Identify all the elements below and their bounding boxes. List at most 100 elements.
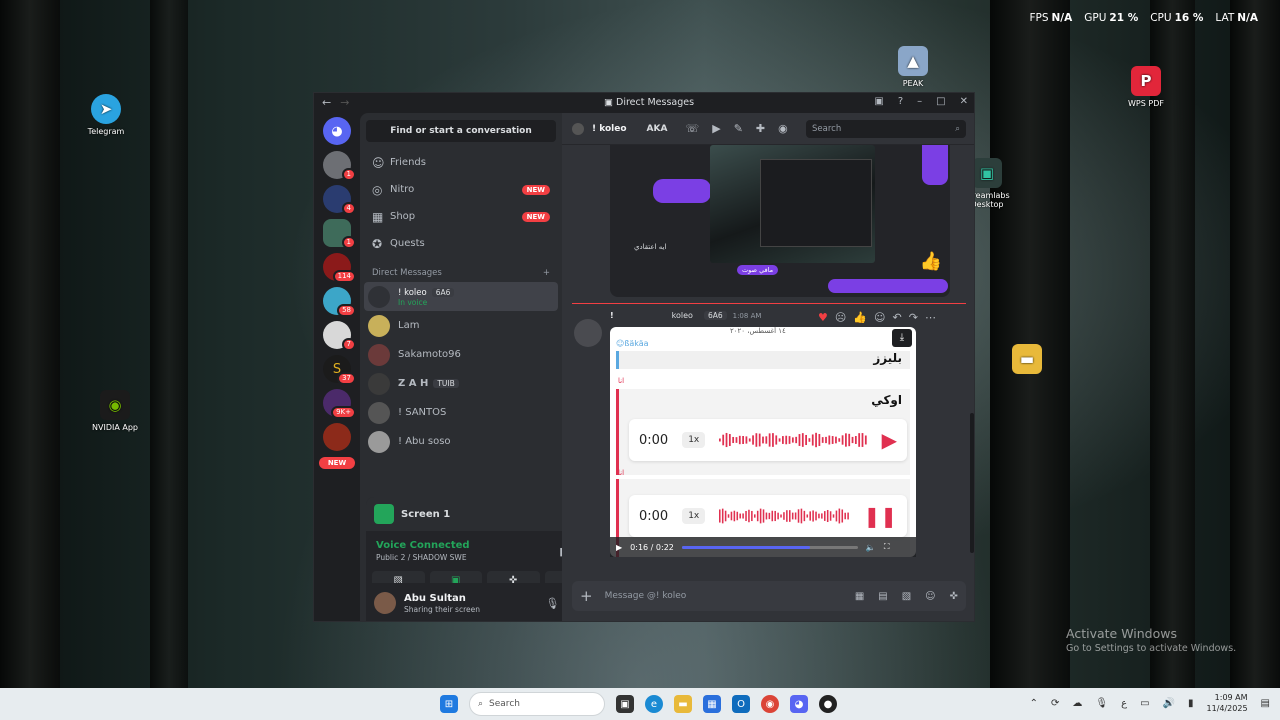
guild-icon[interactable]: 1	[323, 219, 356, 249]
volume-icon[interactable]: 🔈	[866, 543, 876, 552]
previous-attachment[interactable]: ايه اعتقادي مافي صوت 👍	[610, 145, 950, 297]
guild-icon[interactable]: 1	[323, 151, 356, 181]
desktop-icon-peak[interactable]: ▲ PEAK	[878, 46, 948, 88]
play-icon[interactable]: ▶	[882, 428, 897, 452]
fullscreen-icon[interactable]: ⛶	[884, 542, 890, 552]
notification-icon[interactable]: ▤	[1261, 698, 1270, 709]
profile-icon[interactable]: ◉	[778, 122, 788, 135]
audio-player: 0:00 1x ▶	[629, 419, 907, 461]
dm-item[interactable]: Sakamoto96	[360, 340, 562, 369]
outlook-icon[interactable]: O	[732, 695, 750, 713]
volume-icon[interactable]: 🔊	[1163, 698, 1175, 709]
server-list: ◕ 1 4 1 114 58 7 S 37 9K+ NEW	[314, 113, 360, 621]
nav-quests[interactable]: ✪ Quests	[360, 230, 562, 257]
waveform-bar	[844, 512, 847, 520]
file-explorer-icon[interactable]: ▬	[674, 695, 692, 713]
battery-icon[interactable]: ▮	[1188, 698, 1194, 709]
waveform-bar	[765, 436, 768, 444]
sync-icon[interactable]: ⟳	[1051, 698, 1059, 709]
windows-start-icon[interactable]: ⊞	[440, 695, 458, 713]
add-attachment-icon[interactable]: +	[580, 587, 593, 605]
desktop-icon-telegram[interactable]: ➤ Telegram	[71, 94, 141, 136]
guild-icon[interactable]: 4	[323, 185, 356, 215]
guild-icon[interactable]: S 37	[323, 355, 356, 385]
sticker-icon[interactable]: ▧	[902, 591, 911, 602]
dm-item[interactable]: ! SANTOS	[360, 398, 562, 427]
search-input[interactable]: Search ⌕	[806, 119, 966, 138]
language-icon[interactable]: ع	[1121, 698, 1127, 709]
emoji-icon[interactable]: ☺	[925, 591, 935, 602]
forward-icon[interactable]: →	[340, 96, 349, 109]
dm-item[interactable]: Z A H TUIB	[360, 369, 562, 398]
video-attachment[interactable]: ⤓ ١٤ أغسطس، ٢٠٢٠ ☺ßäkäa بليزز انا اوكي 0…	[610, 327, 916, 557]
speed-button[interactable]: 1x	[682, 432, 706, 448]
guild-icon[interactable]: 58	[323, 287, 356, 317]
reply-icon[interactable]: ↶	[893, 311, 902, 324]
heart-reaction-icon[interactable]: ♥	[818, 311, 828, 324]
gif-icon[interactable]: ▤	[878, 591, 887, 602]
guild-icon[interactable]	[323, 423, 351, 451]
dm-item[interactable]: ! Abu soso	[360, 427, 562, 456]
desktop-icon-nvidia[interactable]: ◉ NVIDIA App	[80, 390, 150, 432]
maximize-icon[interactable]: □	[936, 96, 945, 107]
apps-icon[interactable]: ✜	[950, 591, 958, 602]
forward-icon[interactable]: ↷	[909, 311, 918, 324]
edge-icon[interactable]: e	[645, 695, 663, 713]
waveform-bar	[838, 508, 841, 524]
desktop-icon-wps-pdf[interactable]: P WPS PDF	[1111, 66, 1181, 108]
video-seekbar[interactable]	[681, 545, 858, 549]
more-icon[interactable]: ⋯	[925, 311, 936, 324]
nav-nitro[interactable]: ◎ Nitro NEW	[360, 176, 562, 203]
avatar	[368, 430, 390, 453]
message-input[interactable]: + Message @! koleo ▦ ▤ ▧ ☺ ✜	[572, 581, 966, 611]
nav-friends[interactable]: ☺ Friends	[360, 149, 562, 176]
waveform-bar	[802, 433, 804, 447]
waveform-bar	[759, 433, 761, 447]
pause-icon[interactable]: ❚❚	[863, 504, 897, 528]
chrome-icon[interactable]: ◉	[761, 695, 779, 713]
network-icon[interactable]: ▭	[1140, 698, 1149, 709]
inbox-icon[interactable]: ▣	[874, 96, 883, 107]
clock[interactable]: 1:09 AM 11/4/2025	[1207, 692, 1248, 714]
guild-icon[interactable]: 9K+	[323, 389, 356, 419]
discord-icon[interactable]: ◕	[790, 695, 808, 713]
home-button[interactable]: ◕	[323, 117, 351, 145]
dm-item[interactable]: ! koleo 6A6 In voice	[364, 282, 558, 311]
cloud-icon[interactable]: ☁	[1072, 698, 1082, 709]
thumbs-up-icon: 👍	[919, 251, 942, 272]
taskbar-search[interactable]: ⌕ Search	[469, 692, 605, 716]
minimize-icon[interactable]: –	[917, 96, 922, 107]
desktop-icon-folder[interactable]: ▬	[992, 344, 1062, 377]
speed-button[interactable]: 1x	[682, 508, 706, 524]
waveform-bar	[835, 510, 838, 522]
guild-icon[interactable]: 114	[323, 253, 356, 283]
download-icon[interactable]: ⤓	[892, 329, 912, 347]
close-icon[interactable]: ✕	[960, 96, 968, 107]
help-icon[interactable]: ?	[898, 96, 903, 107]
add-friend-icon[interactable]: ✚	[756, 122, 765, 135]
store-icon[interactable]: ▦	[703, 695, 721, 713]
play-icon[interactable]: ▶	[616, 543, 622, 552]
chevron-up-icon[interactable]: ⌃	[1030, 698, 1038, 709]
video-icon[interactable]: ▶	[712, 122, 720, 135]
scrollbar[interactable]	[970, 413, 974, 553]
pin-icon[interactable]: ✎	[734, 122, 743, 135]
dm-item[interactable]: Lam	[360, 311, 562, 340]
find-conversation-button[interactable]: Find or start a conversation	[366, 120, 556, 142]
guild-icon[interactable]: 7	[323, 321, 356, 351]
emoji-reaction-icon[interactable]: ☹	[835, 311, 846, 324]
mic-icon[interactable]: 🎙	[546, 597, 560, 610]
thumbs-reaction-icon[interactable]: 👍	[853, 311, 867, 324]
back-icon[interactable]: ←	[322, 96, 331, 109]
add-reaction-icon[interactable]: ☺	[874, 311, 885, 324]
add-dm-icon[interactable]: +	[543, 268, 550, 278]
nav-shop[interactable]: ▦ Shop NEW	[360, 203, 562, 230]
call-icon[interactable]: ☏	[685, 122, 699, 135]
gift-icon[interactable]: ▦	[855, 591, 864, 602]
mic-icon[interactable]: 🎙	[1095, 698, 1108, 709]
avatar	[368, 401, 390, 424]
new-guilds-pill[interactable]: NEW	[319, 457, 355, 469]
task-view-icon[interactable]: ▣	[616, 695, 634, 713]
app-icon[interactable]: ●	[819, 695, 837, 713]
avatar[interactable]	[574, 319, 602, 347]
